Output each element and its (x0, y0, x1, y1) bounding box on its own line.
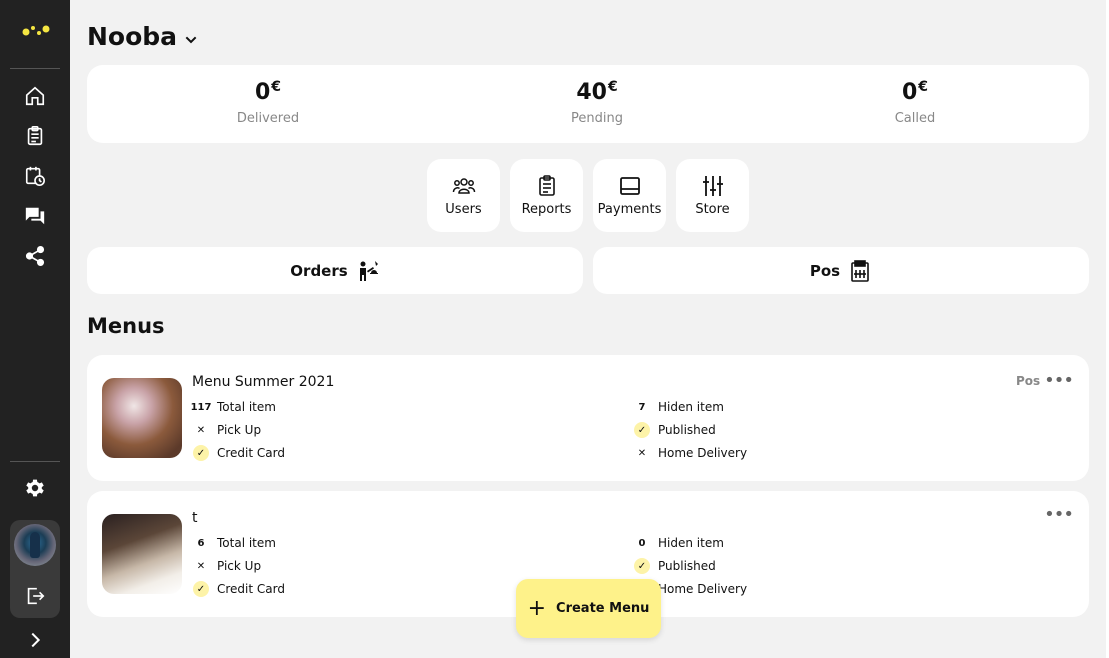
more-icon: ••• (1044, 370, 1074, 391)
menu-thumbnail (102, 514, 182, 594)
currency-symbol: € (271, 79, 282, 95)
stat-delivered: 0€ Delivered (168, 65, 368, 126)
credit-label: Credit Card (217, 446, 285, 460)
stat-value: 40 (576, 80, 607, 105)
action-label: Reports (521, 202, 572, 217)
action-label: Payments (597, 202, 662, 217)
published-status: ✓ Published (634, 422, 716, 438)
menu-options[interactable]: Pos ••• (1015, 370, 1074, 391)
home-icon[interactable] (23, 84, 47, 108)
orders-label: Orders (290, 261, 348, 280)
logout-icon[interactable] (23, 584, 47, 608)
check-icon: ✓ (634, 422, 650, 438)
stat-value: 0 (901, 80, 918, 105)
stat-label: Delivered (236, 111, 300, 126)
hidden-item-label: Hiden item (658, 400, 724, 414)
waiter-icon (359, 260, 378, 281)
menus-title: Menus (87, 314, 165, 338)
quick-actions: Users Reports Payments Store (427, 159, 749, 232)
delivery-label: Home Delivery (658, 582, 748, 596)
total-item-count: 117 (190, 401, 212, 413)
hidden-item: 7 Hiden item (634, 399, 724, 415)
payments-button[interactable]: Payments (593, 159, 666, 232)
cross-icon: ✕ (196, 424, 206, 436)
delivery-status: ✕ Home Delivery (634, 445, 747, 461)
settings-icon[interactable] (23, 476, 47, 500)
delivery-label: Home Delivery (658, 446, 748, 460)
plus-icon: + (527, 596, 547, 621)
check-icon: ✓ (634, 558, 650, 574)
total-item-label: Total item (217, 400, 276, 414)
pickup-status: ✕ Pick Up (193, 558, 261, 574)
store-selector[interactable]: Nooba (87, 22, 199, 51)
stat-label: Pending (571, 111, 623, 126)
sidebar (0, 0, 70, 658)
published-label: Published (658, 559, 716, 573)
hidden-item: 0 Hiden item (634, 535, 724, 551)
menu-name: Menu Summer 2021 (192, 374, 335, 390)
menu-thumbnail (102, 378, 182, 458)
pos-label: Pos (809, 261, 841, 280)
cross-icon: ✕ (637, 447, 647, 459)
users-icon (452, 178, 475, 194)
sidebar-divider (10, 461, 60, 462)
total-item-count: 6 (197, 537, 205, 549)
store-button[interactable]: Store (676, 159, 749, 232)
stat-pending: 40€ Pending (497, 65, 697, 126)
pickup-label: Pick Up (217, 423, 262, 437)
clipboard-icon[interactable] (23, 124, 47, 148)
stats-panel: 0€ Delivered 40€ Pending 0€ Called (87, 65, 1089, 143)
credit-label: Credit Card (217, 582, 285, 596)
total-item: 6 Total item (193, 535, 276, 551)
menu-options[interactable]: ••• (1044, 504, 1074, 525)
hidden-item-count: 0 (638, 537, 646, 549)
reports-button[interactable]: Reports (510, 159, 583, 232)
card-icon (619, 177, 640, 195)
brand-logo (22, 25, 50, 36)
menu-name: t (192, 510, 198, 526)
orders-button[interactable]: Orders (87, 247, 583, 294)
hidden-item-count: 7 (638, 401, 646, 413)
check-icon: ✓ (193, 445, 209, 461)
store-name: Nooba (87, 22, 178, 51)
cash-register-icon (851, 259, 869, 282)
menu-pos-label: Pos (1015, 374, 1041, 388)
total-item-label: Total item (217, 536, 276, 550)
calendar-clock-icon[interactable] (23, 164, 47, 188)
chevron-right-icon[interactable] (23, 628, 47, 652)
currency-symbol: € (607, 79, 618, 95)
create-menu-label: Create Menu (556, 601, 650, 616)
create-menu-button[interactable]: + Create Menu (516, 579, 661, 638)
action-label: Users (445, 202, 482, 217)
chevron-down-icon (185, 36, 197, 43)
main-content: Nooba 0€ Delivered 40€ Pending 0€ Called… (70, 0, 1109, 658)
clipboard-icon (538, 175, 555, 196)
menu-card[interactable]: Menu Summer 2021 Pos ••• 117 Total item … (87, 355, 1089, 481)
account-box (10, 520, 60, 618)
credit-status: ✓ Credit Card (193, 445, 285, 461)
pickup-status: ✕ Pick Up (193, 422, 261, 438)
hidden-item-label: Hiden item (658, 536, 724, 550)
currency-symbol: € (918, 79, 929, 95)
chat-icon[interactable] (23, 204, 47, 228)
cross-icon: ✕ (196, 560, 206, 572)
sidebar-divider (10, 68, 60, 69)
check-icon: ✓ (193, 581, 209, 597)
pos-button[interactable]: Pos (593, 247, 1089, 294)
published-label: Published (658, 423, 716, 437)
avatar[interactable] (14, 524, 56, 566)
users-button[interactable]: Users (427, 159, 500, 232)
total-item: 117 Total item (190, 399, 276, 415)
sliders-icon (702, 176, 723, 196)
stat-value: 0 (254, 80, 271, 105)
share-icon[interactable] (23, 244, 47, 268)
pickup-label: Pick Up (217, 559, 262, 573)
stat-called: 0€ Called (815, 65, 1015, 126)
stat-label: Called (894, 111, 936, 126)
credit-status: ✓ Credit Card (193, 581, 285, 597)
action-label: Store (695, 202, 730, 217)
more-icon: ••• (1044, 504, 1074, 525)
published-status: ✓ Published (634, 558, 716, 574)
